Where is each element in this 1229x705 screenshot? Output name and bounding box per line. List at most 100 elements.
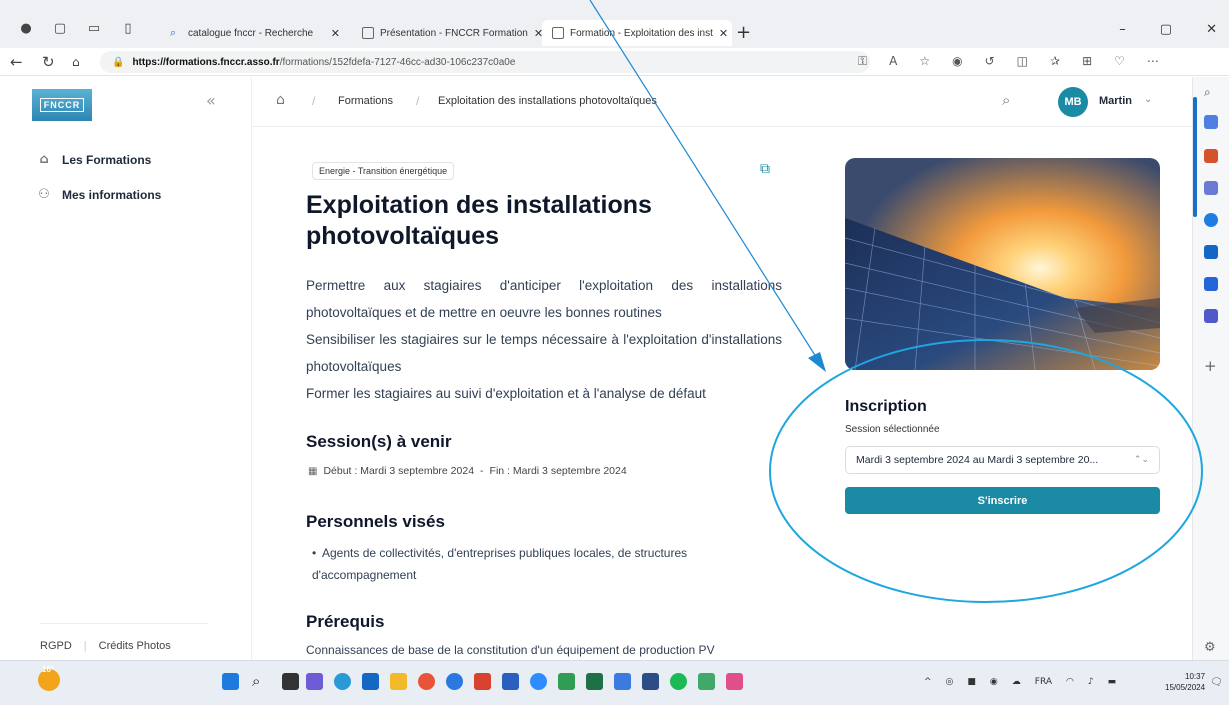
collections-icon[interactable]: ▯ <box>120 22 136 36</box>
list-item: • Agents de collectivités, d'entreprises … <box>312 542 772 586</box>
tab-label: Formation - Exploitation des inst <box>570 27 713 39</box>
app-check-icon[interactable] <box>558 673 575 690</box>
top-navigation: ⌂ / Formations / Exploitation des instal… <box>252 77 1192 127</box>
refresh-ext-icon[interactable]: ↺ <box>985 54 995 69</box>
outlook-taskbar-icon[interactable] <box>362 673 379 690</box>
refresh-icon[interactable]: ↻ <box>42 53 55 71</box>
page-title: Exploitation des installations photovolt… <box>306 191 652 250</box>
add-icon[interactable]: + <box>1204 357 1217 375</box>
spotify-icon[interactable] <box>670 673 687 690</box>
browser-tab-bar: ● ▢ ▭ ▯ ⌕ catalogue fnccr - Recherche ✕ … <box>0 0 1229 48</box>
minimize-icon[interactable]: – <box>1119 22 1126 37</box>
read-aloud-icon[interactable]: A <box>889 54 897 69</box>
wifi-icon[interactable]: ◠ <box>1066 677 1074 687</box>
folder-icon[interactable] <box>390 673 407 690</box>
favorites-icon[interactable]: ✰ <box>1050 54 1060 69</box>
chevron-down-icon[interactable]: ⌄ <box>1144 94 1152 105</box>
close-icon[interactable]: ✕ <box>719 27 728 40</box>
credits-link[interactable]: Crédits Photos <box>99 640 171 652</box>
outlook-icon[interactable] <box>1204 245 1218 259</box>
chrome-icon[interactable] <box>418 673 435 690</box>
sessions-heading: Session(s) à venir <box>306 432 452 451</box>
browser-app-icon[interactable] <box>1204 213 1218 227</box>
collections-bar-icon[interactable]: ⊞ <box>1082 54 1092 69</box>
extension-icon[interactable]: ◉ <box>952 54 962 69</box>
avatar[interactable]: MB <box>1058 87 1088 117</box>
chrome-tray-icon[interactable]: ◉ <box>990 677 998 687</box>
tag-icon[interactable] <box>1204 115 1218 129</box>
gear-icon[interactable]: ⚙ <box>1204 640 1216 655</box>
clock[interactable]: 10:37 15/05/2024 <box>1165 671 1205 693</box>
restore-icon[interactable]: ▢ <box>1160 22 1172 37</box>
profile-icon[interactable]: ● <box>18 22 34 36</box>
tab-formation-active[interactable]: Formation - Exploitation des inst ✕ <box>542 20 732 46</box>
edge-dev-icon[interactable] <box>446 673 463 690</box>
edge-taskbar-icon[interactable] <box>334 673 351 690</box>
home-icon[interactable]: ⌂ <box>276 92 285 108</box>
fnccr-logo[interactable]: FNCCR <box>32 89 92 121</box>
scrollbar[interactable] <box>1193 97 1197 217</box>
star-icon[interactable]: ☆ <box>919 54 930 69</box>
workspaces-icon[interactable]: ▢ <box>52 22 68 36</box>
close-icon[interactable]: ✕ <box>331 27 340 40</box>
excel-icon[interactable] <box>586 673 603 690</box>
volume-icon[interactable]: ♪ <box>1088 677 1094 687</box>
start-icon[interactable] <box>222 673 239 690</box>
back-icon[interactable]: ← <box>10 53 23 71</box>
new-tab-icon[interactable]: + <box>736 22 751 43</box>
home-browser-icon[interactable]: ⌂ <box>72 55 80 69</box>
people-icon[interactable] <box>1204 181 1218 195</box>
breadcrumb-separator: / <box>416 94 420 108</box>
zoom-icon[interactable] <box>530 673 547 690</box>
collapse-sidebar-icon[interactable]: « <box>206 91 216 110</box>
notification-icon[interactable]: 🗨 <box>1210 677 1223 688</box>
photos-icon[interactable] <box>726 673 743 690</box>
register-button[interactable]: S'inscrire <box>845 487 1160 514</box>
clock-date: 15/05/2024 <box>1165 683 1206 692</box>
tab-search[interactable]: ⌕ catalogue fnccr - Recherche ✕ <box>160 20 350 46</box>
breadcrumb-formations[interactable]: Formations <box>338 95 393 107</box>
powerpoint-icon[interactable] <box>474 673 491 690</box>
drive-tray-icon[interactable]: ☁ <box>1012 677 1021 687</box>
user-name[interactable]: Martin <box>1099 95 1132 107</box>
more-icon[interactable]: ⋯ <box>1147 54 1159 69</box>
session-select[interactable]: Mardi 3 septembre 2024 au Mardi 3 septem… <box>845 446 1160 474</box>
url-domain: https://formations.fnccr.asso.fr <box>132 56 280 68</box>
search-sidebar-icon[interactable]: ⌕ <box>1204 85 1218 99</box>
notes-icon[interactable] <box>698 673 715 690</box>
task-view-icon[interactable] <box>282 673 299 690</box>
url-input[interactable]: 🔒 https://formations.fnccr.asso.fr /form… <box>100 51 870 73</box>
tab-presentation[interactable]: Présentation - FNCCR Formation ✕ <box>352 20 542 46</box>
teams-taskbar-icon[interactable] <box>306 673 323 690</box>
weather-temp: 16° <box>42 665 55 674</box>
close-window-icon[interactable]: ✕ <box>1206 22 1217 37</box>
copilot-icon[interactable]: ♡ <box>1114 54 1125 69</box>
window-controls: – ▢ ✕ <box>1119 22 1217 37</box>
close-icon[interactable]: ✕ <box>534 27 542 40</box>
language-indicator[interactable]: FRA <box>1035 677 1052 687</box>
system-tray: ^ ◎ ■ ◉ ☁ FRA ◠ ♪ ▬ <box>924 677 1116 687</box>
teams-icon[interactable] <box>1204 309 1218 323</box>
formation-objectives: Permettre aux stagiaires d'anticiper l'e… <box>306 272 782 407</box>
tab-actions-icon[interactable]: ▭ <box>86 22 102 36</box>
battery-icon[interactable]: ▬ <box>1108 677 1117 687</box>
key-icon[interactable]: ⚿ <box>858 54 867 69</box>
session-dash: - <box>480 465 484 477</box>
url-path: /formations/152fdefa-7127-46cc-ad30-106c… <box>279 56 516 68</box>
sidebar-item-informations[interactable]: ⚇ Mes informations <box>36 187 161 202</box>
word-icon[interactable] <box>502 673 519 690</box>
search-icon[interactable]: ⌕ <box>252 672 260 690</box>
app-icon[interactable] <box>614 673 631 690</box>
tray-app-icon[interactable]: ◎ <box>946 677 954 687</box>
rgpd-link[interactable]: RGPD <box>40 640 72 652</box>
split-screen-icon[interactable]: ◫ <box>1017 54 1028 69</box>
calculator-icon[interactable] <box>642 673 659 690</box>
chevron-updown-icon: ⌃⌄ <box>1133 455 1149 465</box>
sidebar-item-formations[interactable]: ⌂ Les Formations <box>36 152 151 167</box>
toolbox-icon[interactable] <box>1204 149 1218 163</box>
search-icon[interactable]: ⌕ <box>1002 91 1010 109</box>
teams-tray-icon[interactable]: ■ <box>967 677 976 687</box>
chevron-up-icon[interactable]: ^ <box>924 677 932 687</box>
share-icon[interactable]: ⧉ <box>760 160 778 178</box>
drop-icon[interactable] <box>1204 277 1218 291</box>
